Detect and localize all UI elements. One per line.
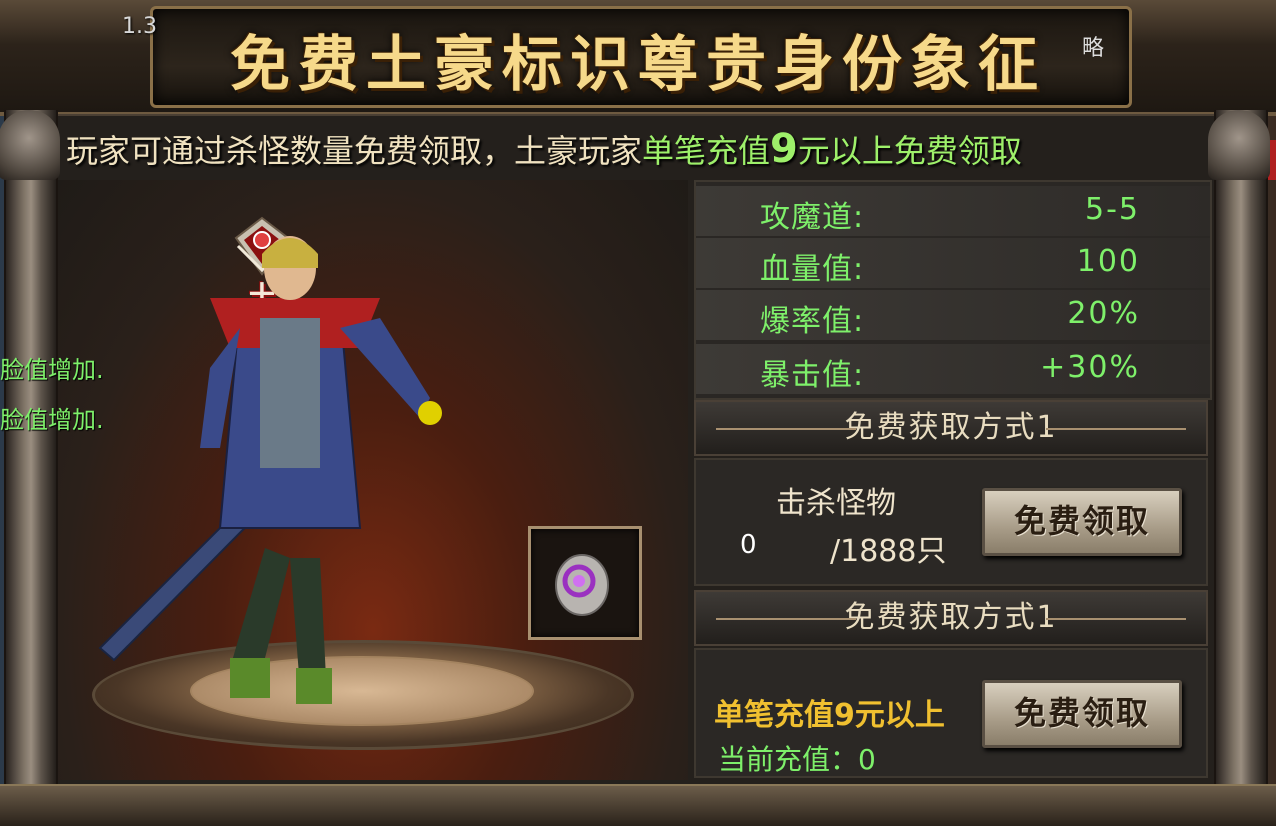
kill-current-count: 0 xyxy=(740,530,757,560)
ornament-line-right xyxy=(1046,428,1186,430)
stat-label: 攻魔道: xyxy=(760,200,865,235)
stat-label: 爆率值: xyxy=(760,304,865,339)
ornament-line-left xyxy=(716,428,856,430)
stats-panel: 攻魔道: 5-5 血量值: 100 爆率值: 20% 暴击值: +30% xyxy=(694,180,1212,400)
stat-label: 血量值: xyxy=(760,252,865,287)
corner-char: 略 xyxy=(1082,36,1105,61)
recharge-requirement: 单笔充值9元以上 xyxy=(714,698,945,733)
stat-row-attack: 攻魔道: 5-5 xyxy=(696,186,1210,236)
stat-value: +30% xyxy=(1040,350,1140,385)
left-pillar-cap xyxy=(0,110,60,180)
bottom-bar xyxy=(0,784,1276,826)
method1-header: 免费获取方式1 xyxy=(694,400,1208,456)
stat-label: 暴击值: xyxy=(760,358,865,393)
recharge-current: 当前充值：0 xyxy=(718,743,876,776)
right-pillar-cap xyxy=(1208,110,1270,180)
subtitle-amount: 9 xyxy=(770,126,798,172)
panel-title: 免费土豪标识尊贵身份象征 xyxy=(230,30,1046,100)
character-model xyxy=(98,236,442,704)
method2-header: 免费获取方式1 xyxy=(694,590,1208,646)
stat-row-droprate: 爆率值: 20% xyxy=(696,290,1210,340)
left-pillar xyxy=(4,110,58,824)
claim-by-recharge-button[interactable]: 免费领取 xyxy=(982,680,1182,748)
method2-title: 免费获取方式1 xyxy=(844,600,1058,635)
stat-value: 100 xyxy=(1076,244,1140,279)
version-label: 1.3 xyxy=(122,14,157,39)
stat-row-hp: 血量值: 100 xyxy=(696,238,1210,288)
chat-message: 脸值增加. xyxy=(0,406,104,434)
subtitle-part3: 元以上免费领取 xyxy=(797,132,1022,170)
method1-title: 免费获取方式1 xyxy=(844,410,1058,445)
claim-by-kills-button[interactable]: 免费领取 xyxy=(982,488,1182,556)
stat-row-crit: 暴击值: +30% xyxy=(696,344,1210,394)
ornament-line-left xyxy=(716,618,856,620)
ornament-line-right xyxy=(1046,618,1186,620)
right-pillar xyxy=(1214,110,1268,824)
stone-ring-icon xyxy=(555,554,609,616)
subtitle-part2: 单笔充值 xyxy=(642,132,771,170)
stat-value: 5-5 xyxy=(1085,192,1140,227)
reward-item-slot[interactable] xyxy=(528,526,642,640)
stat-value: 20% xyxy=(1067,296,1140,331)
kill-monster-label: 击杀怪物 xyxy=(776,486,896,521)
kill-target-count: /1888只 xyxy=(830,534,947,569)
subtitle-part1: 玩家可通过杀怪数量免费领取，土豪玩家 xyxy=(66,132,643,170)
subtitle: 玩家可通过杀怪数量免费领取，土豪玩家单笔充值9元以上免费领取 xyxy=(66,126,1022,172)
chat-message: 脸值增加. xyxy=(0,356,104,384)
